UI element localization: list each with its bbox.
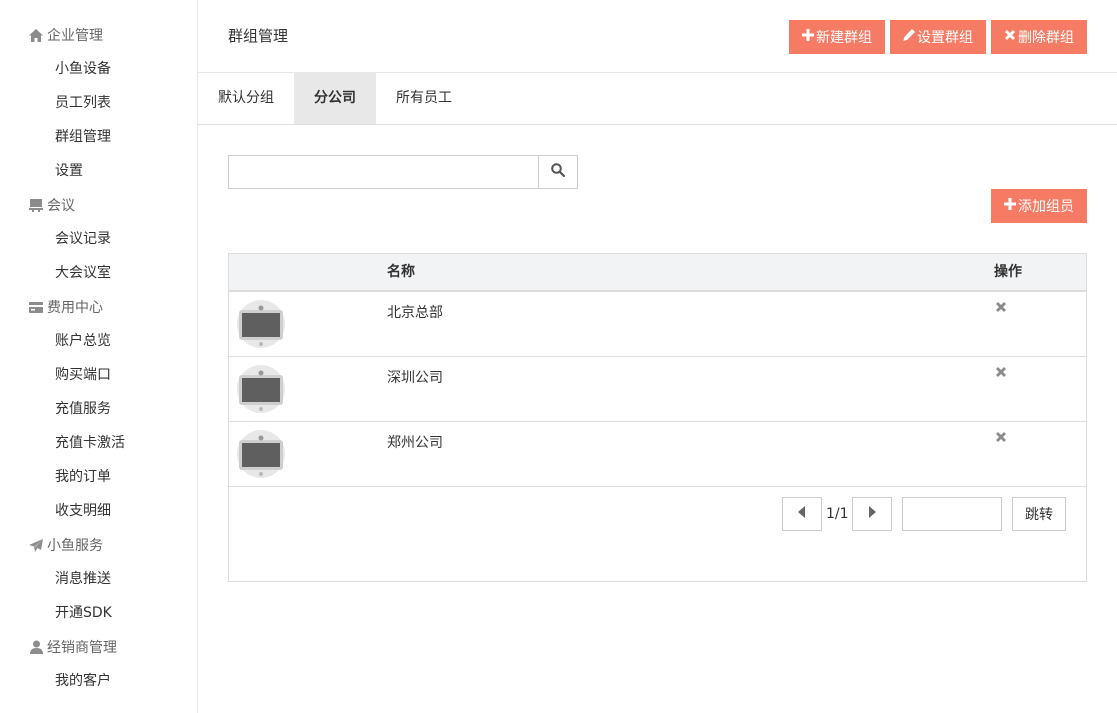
sidebar-section-enterprise[interactable]: 企业管理 xyxy=(29,25,103,45)
page-header: 群组管理 新建群组 设置群组 删除群组 xyxy=(198,0,1117,73)
sidebar-item-groups[interactable]: 群组管理 xyxy=(55,127,111,147)
pagination: 1/1 跳转 xyxy=(229,497,1086,531)
sidebar-item-transactions[interactable]: 收支明细 xyxy=(55,501,111,521)
plus-icon xyxy=(1004,198,1016,214)
sidebar-item-my-orders[interactable]: 我的订单 xyxy=(55,467,111,487)
delete-group-button[interactable]: 删除群组 xyxy=(991,20,1087,54)
group-table: 名称 操作 北京总部 深圳公司 郑州公司 1/1 跳转 xyxy=(228,253,1087,582)
sidebar-item-big-meeting-room[interactable]: 大会议室 xyxy=(55,263,111,283)
next-page-button[interactable] xyxy=(852,497,892,531)
table-header: 名称 操作 xyxy=(229,254,1086,292)
jump-page-input[interactable] xyxy=(902,497,1002,531)
sidebar-section-label: 费用中心 xyxy=(47,300,103,316)
meeting-icon xyxy=(29,198,43,212)
sidebar-item-employees[interactable]: 员工列表 xyxy=(55,93,111,113)
device-avatar-icon xyxy=(237,428,285,478)
sidebar-item-sdk[interactable]: 开通SDK xyxy=(55,603,112,623)
sidebar-item-recharge-service[interactable]: 充值服务 xyxy=(55,399,111,419)
group-name: 北京总部 xyxy=(387,305,443,321)
caret-right-icon xyxy=(868,506,876,522)
group-tabs: 默认分组 分公司 所有员工 xyxy=(198,73,1117,125)
pencil-icon xyxy=(903,29,915,45)
add-member-button[interactable]: 添加组员 xyxy=(991,189,1087,223)
table-row[interactable]: 郑州公司 xyxy=(229,422,1086,487)
delete-group-label: 删除群组 xyxy=(1018,30,1074,46)
column-header-name: 名称 xyxy=(387,264,415,280)
search-button[interactable] xyxy=(538,156,577,188)
search-icon xyxy=(551,163,566,181)
device-avatar-icon xyxy=(237,363,285,413)
sidebar-item-buy-ports[interactable]: 购买端口 xyxy=(55,365,111,385)
add-member-label: 添加组员 xyxy=(1018,199,1074,215)
group-name: 深圳公司 xyxy=(387,370,443,386)
sidebar-item-meeting-records[interactable]: 会议记录 xyxy=(55,229,111,249)
jump-button[interactable]: 跳转 xyxy=(1012,497,1066,531)
sidebar-item-devices[interactable]: 小鱼设备 xyxy=(55,59,111,79)
page-indicator: 1/1 xyxy=(826,506,849,522)
tab-default-group[interactable]: 默认分组 xyxy=(198,73,294,124)
home-icon xyxy=(29,28,43,42)
delete-icon[interactable] xyxy=(994,300,1008,314)
card-icon xyxy=(29,300,43,314)
search-input[interactable] xyxy=(229,156,538,188)
page-title: 群组管理 xyxy=(228,27,289,45)
device-avatar-icon xyxy=(237,298,285,348)
sidebar: 企业管理 小鱼设备 员工列表 群组管理 设置 会议 会议记录 大会议室 费用中心… xyxy=(0,0,198,713)
sidebar-section-label: 小鱼服务 xyxy=(47,538,103,554)
table-row[interactable]: 北京总部 xyxy=(229,292,1086,357)
sidebar-item-recharge-card[interactable]: 充值卡激活 xyxy=(55,433,125,453)
sidebar-item-my-customers[interactable]: 我的客户 xyxy=(55,671,111,691)
sidebar-section-billing[interactable]: 费用中心 xyxy=(29,297,103,317)
sidebar-section-services[interactable]: 小鱼服务 xyxy=(29,535,103,555)
prev-page-button[interactable] xyxy=(782,497,822,531)
set-group-label: 设置群组 xyxy=(917,30,973,46)
send-icon xyxy=(29,538,43,552)
tab-all-employees[interactable]: 所有员工 xyxy=(376,73,472,124)
sidebar-section-label: 会议 xyxy=(47,198,75,214)
new-group-label: 新建群组 xyxy=(816,30,872,46)
sidebar-item-push[interactable]: 消息推送 xyxy=(55,569,111,589)
delete-icon[interactable] xyxy=(994,365,1008,379)
sidebar-item-account-overview[interactable]: 账户总览 xyxy=(55,331,111,351)
plus-icon xyxy=(802,29,814,45)
new-group-button[interactable]: 新建群组 xyxy=(789,20,885,54)
sidebar-section-meeting[interactable]: 会议 xyxy=(29,195,75,215)
table-row[interactable]: 深圳公司 xyxy=(229,357,1086,422)
caret-left-icon xyxy=(798,506,806,522)
sidebar-item-settings[interactable]: 设置 xyxy=(55,161,83,181)
sidebar-section-dealer[interactable]: 经销商管理 xyxy=(29,637,117,657)
tab-branch[interactable]: 分公司 xyxy=(294,73,376,124)
set-group-button[interactable]: 设置群组 xyxy=(890,20,986,54)
close-icon xyxy=(1004,29,1016,45)
sidebar-section-label: 企业管理 xyxy=(47,28,103,44)
group-name: 郑州公司 xyxy=(387,435,443,451)
delete-icon[interactable] xyxy=(994,430,1008,444)
sidebar-section-label: 经销商管理 xyxy=(47,640,117,656)
search-bar xyxy=(228,155,578,189)
app: 企业管理 小鱼设备 员工列表 群组管理 设置 会议 会议记录 大会议室 费用中心… xyxy=(0,0,1117,713)
user-icon xyxy=(29,640,43,654)
column-header-action: 操作 xyxy=(994,264,1022,280)
